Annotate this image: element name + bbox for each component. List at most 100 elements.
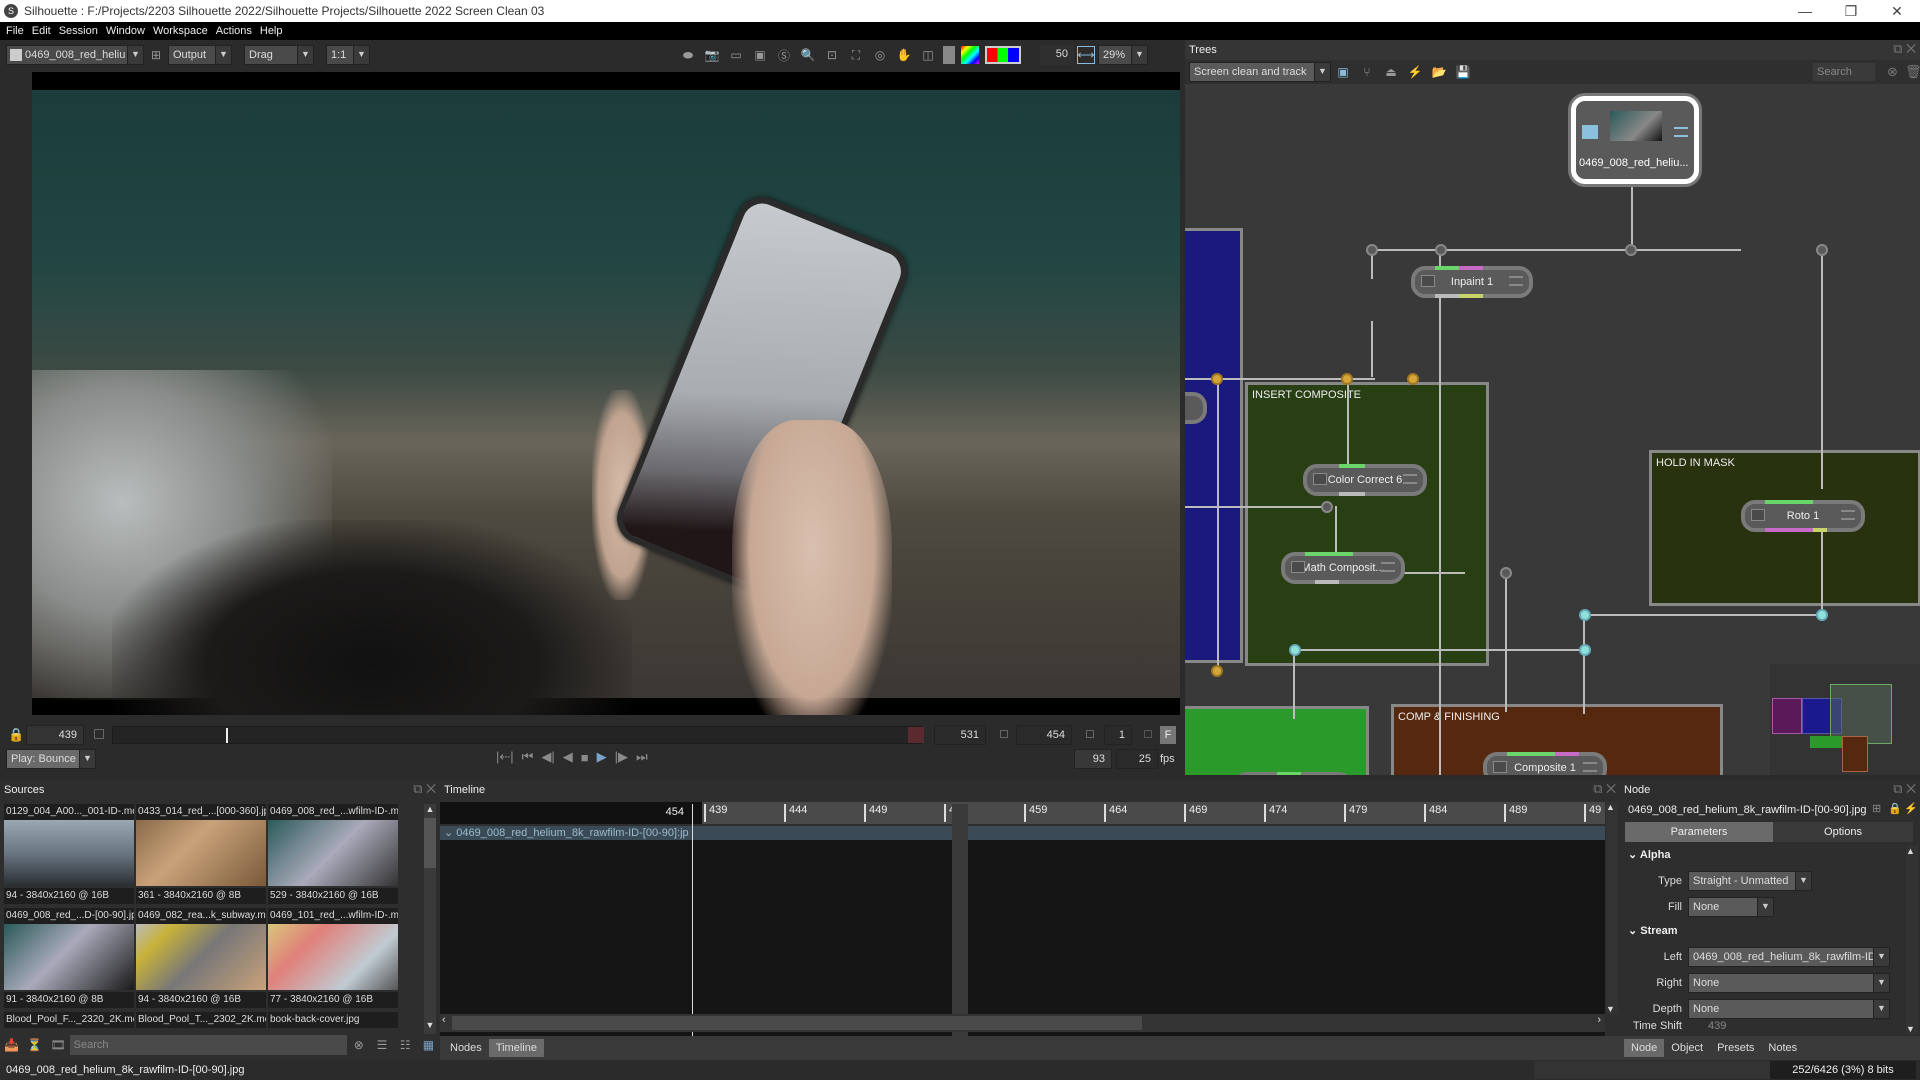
group-blue[interactable]	[1185, 228, 1243, 663]
play-backward-icon[interactable]: ◀	[563, 749, 573, 765]
frame-scrubber[interactable]	[112, 726, 924, 744]
node-name-field[interactable]: 0469_008_red_helium_8k_rawfilm-ID-[00-90…	[1628, 804, 1868, 820]
timeline-vscrollbar[interactable]: ▲ ▼	[1606, 802, 1618, 1014]
group-insert-composite[interactable]: INSERT COMPOSITE	[1245, 382, 1489, 666]
fit-icon[interactable]: ⛶	[847, 46, 865, 64]
keyframe-icon[interactable]	[94, 729, 104, 739]
in-out-icon[interactable]: |⇠|	[496, 749, 514, 765]
add-view-icon[interactable]: ⊞	[147, 46, 165, 64]
center-icon[interactable]: ◎	[871, 46, 889, 64]
tab-options[interactable]: Options	[1773, 822, 1913, 842]
alpha-type-select[interactable]: Straight - Unmatted ▼	[1688, 871, 1812, 891]
node-hand-roto-out[interactable]: Hand roto out	[1233, 772, 1353, 775]
tab-notes[interactable]: Notes	[1761, 1039, 1804, 1057]
trees-search-input[interactable]: Search	[1813, 63, 1875, 81]
lock-icon[interactable]: 🔒	[1888, 802, 1902, 815]
lightning-icon[interactable]: ⚡	[1904, 802, 1918, 815]
connection-dot[interactable]	[1435, 244, 1447, 256]
scrollbar-thumb[interactable]	[452, 1016, 1142, 1030]
go-to-start-icon[interactable]: ⏮	[522, 749, 534, 765]
end-frame-field[interactable]: 531	[934, 725, 986, 745]
node-color-correct[interactable]: Color Correct 6	[1303, 464, 1427, 496]
time-shift-field[interactable]: 439	[1708, 1020, 1726, 1032]
panel-float-close-icon[interactable]: ⧉ ✕	[1593, 781, 1616, 797]
node-params-scrollbar[interactable]: ▲ ▼	[1906, 846, 1918, 1034]
fps-field[interactable]: 25	[1116, 749, 1158, 769]
chevron-down-icon[interactable]: ▼	[424, 1020, 436, 1032]
tab-timeline[interactable]: Timeline	[488, 1039, 544, 1057]
safe-area-icon[interactable]: ▣	[751, 46, 769, 64]
overlay-icon[interactable]: ◫	[919, 46, 937, 64]
connection-dot[interactable]	[1289, 644, 1301, 656]
export-folder-icon[interactable]: 📂	[1430, 63, 1448, 81]
clear-search-icon[interactable]: ⊗	[1887, 64, 1898, 80]
keyframe-icon[interactable]	[1086, 730, 1094, 738]
current-frame-field[interactable]: 439	[26, 725, 84, 745]
timeline-playhead[interactable]	[692, 804, 693, 1036]
source-thumbnail[interactable]	[4, 924, 134, 990]
node-roto[interactable]: Roto 1	[1741, 500, 1865, 532]
detail-view-icon[interactable]: ☷	[397, 1036, 414, 1054]
tab-object[interactable]: Object	[1664, 1039, 1710, 1057]
connection-dot[interactable]	[1816, 609, 1828, 621]
node-source[interactable]: 0469_008_red_heliu...	[1571, 96, 1699, 184]
connection-dot[interactable]	[1625, 244, 1637, 256]
node-inpaint[interactable]: Inpaint 1	[1411, 266, 1533, 298]
list-view-icon[interactable]: ☰	[373, 1036, 390, 1054]
panel-float-close-icon[interactable]: ⧉ ✕	[1893, 781, 1916, 797]
chevron-down-icon[interactable]: ⌄	[444, 827, 456, 839]
node-graph-canvas[interactable]: INSERT COMPOSITE HOLD IN MASK COMP & FIN…	[1185, 86, 1920, 775]
in-frame-field[interactable]: 454	[1016, 725, 1072, 745]
connection-dot[interactable]	[1500, 567, 1512, 579]
tab-parameters[interactable]: Parameters	[1625, 822, 1773, 842]
node-math-composite[interactable]: Math Composit...	[1281, 552, 1405, 584]
image-viewer[interactable]	[32, 72, 1180, 715]
connection-dot[interactable]	[1816, 244, 1828, 256]
play-forward-icon[interactable]: ▶	[597, 749, 607, 765]
clear-search-icon[interactable]: ⊗	[350, 1036, 367, 1054]
menu-session[interactable]: Session	[59, 25, 98, 37]
close-button[interactable]: ✕	[1874, 0, 1920, 22]
stream-depth-select[interactable]: None ▼	[1688, 999, 1890, 1019]
zoom-percent-select[interactable]: 29% ▼	[1098, 45, 1148, 65]
color-wheel-icon[interactable]	[961, 46, 979, 64]
connection-dot[interactable]	[1366, 244, 1378, 256]
import-icon[interactable]: ⏏	[1382, 63, 1400, 81]
roi-icon[interactable]: ⊡	[823, 46, 841, 64]
source-thumbnail[interactable]	[268, 820, 398, 886]
chevron-up-icon[interactable]: ▲	[1906, 846, 1915, 856]
keyframe-icon[interactable]	[1144, 730, 1152, 738]
source-select[interactable]: 0469_008_red_heliu ▼	[6, 45, 144, 65]
pan-hand-icon[interactable]: ✋	[895, 46, 913, 64]
chevron-up-icon[interactable]: ▲	[1606, 802, 1615, 812]
stream-right-select[interactable]: None ▼	[1688, 973, 1890, 993]
connection-dot[interactable]	[1407, 373, 1419, 385]
lock-icon[interactable]: 🔒	[8, 727, 24, 743]
chevron-left-icon[interactable]: ‹	[442, 1014, 446, 1026]
exposure-field[interactable]: 50	[1040, 45, 1074, 65]
zoom-ratio-select[interactable]: 1:1 ▼	[326, 45, 370, 65]
timeline-hscrollbar[interactable]: ‹ ›	[440, 1014, 1605, 1032]
tab-presets[interactable]: Presets	[1710, 1039, 1761, 1057]
section-alpha[interactable]: ⌄ Alpha	[1628, 848, 1670, 861]
toggle-icon[interactable]: ⬬	[679, 46, 697, 64]
step-forward-icon[interactable]: |▶	[615, 749, 628, 765]
keyframe-icon[interactable]	[1000, 730, 1008, 738]
tab-nodes[interactable]: Nodes	[443, 1039, 489, 1057]
chevron-down-icon[interactable]: ▼	[1606, 1004, 1615, 1014]
grid-view-icon[interactable]: ▦	[420, 1036, 437, 1054]
chevron-up-icon[interactable]: ▲	[424, 804, 436, 816]
connection-dot[interactable]	[1579, 609, 1591, 621]
timeline-track[interactable]: ⌄ 0469_008_red_helium_8k_rawfilm-ID-[00-…	[440, 826, 1605, 840]
f-button[interactable]: F	[1160, 726, 1176, 744]
tree-select[interactable]: Screen clean and track ▼	[1189, 62, 1331, 82]
restore-button[interactable]: ❐	[1828, 0, 1874, 22]
alpha-fill-select[interactable]: None ▼	[1688, 897, 1774, 917]
frame-count-field[interactable]: 93	[1074, 749, 1112, 769]
timeline-body[interactable]	[440, 804, 1605, 1036]
stop-icon[interactable]: ■	[581, 750, 589, 765]
connection-dot[interactable]	[1211, 665, 1223, 677]
connection-dot[interactable]	[1341, 373, 1353, 385]
group-green[interactable]	[1185, 706, 1369, 775]
scrubber-playhead[interactable]	[226, 728, 229, 743]
